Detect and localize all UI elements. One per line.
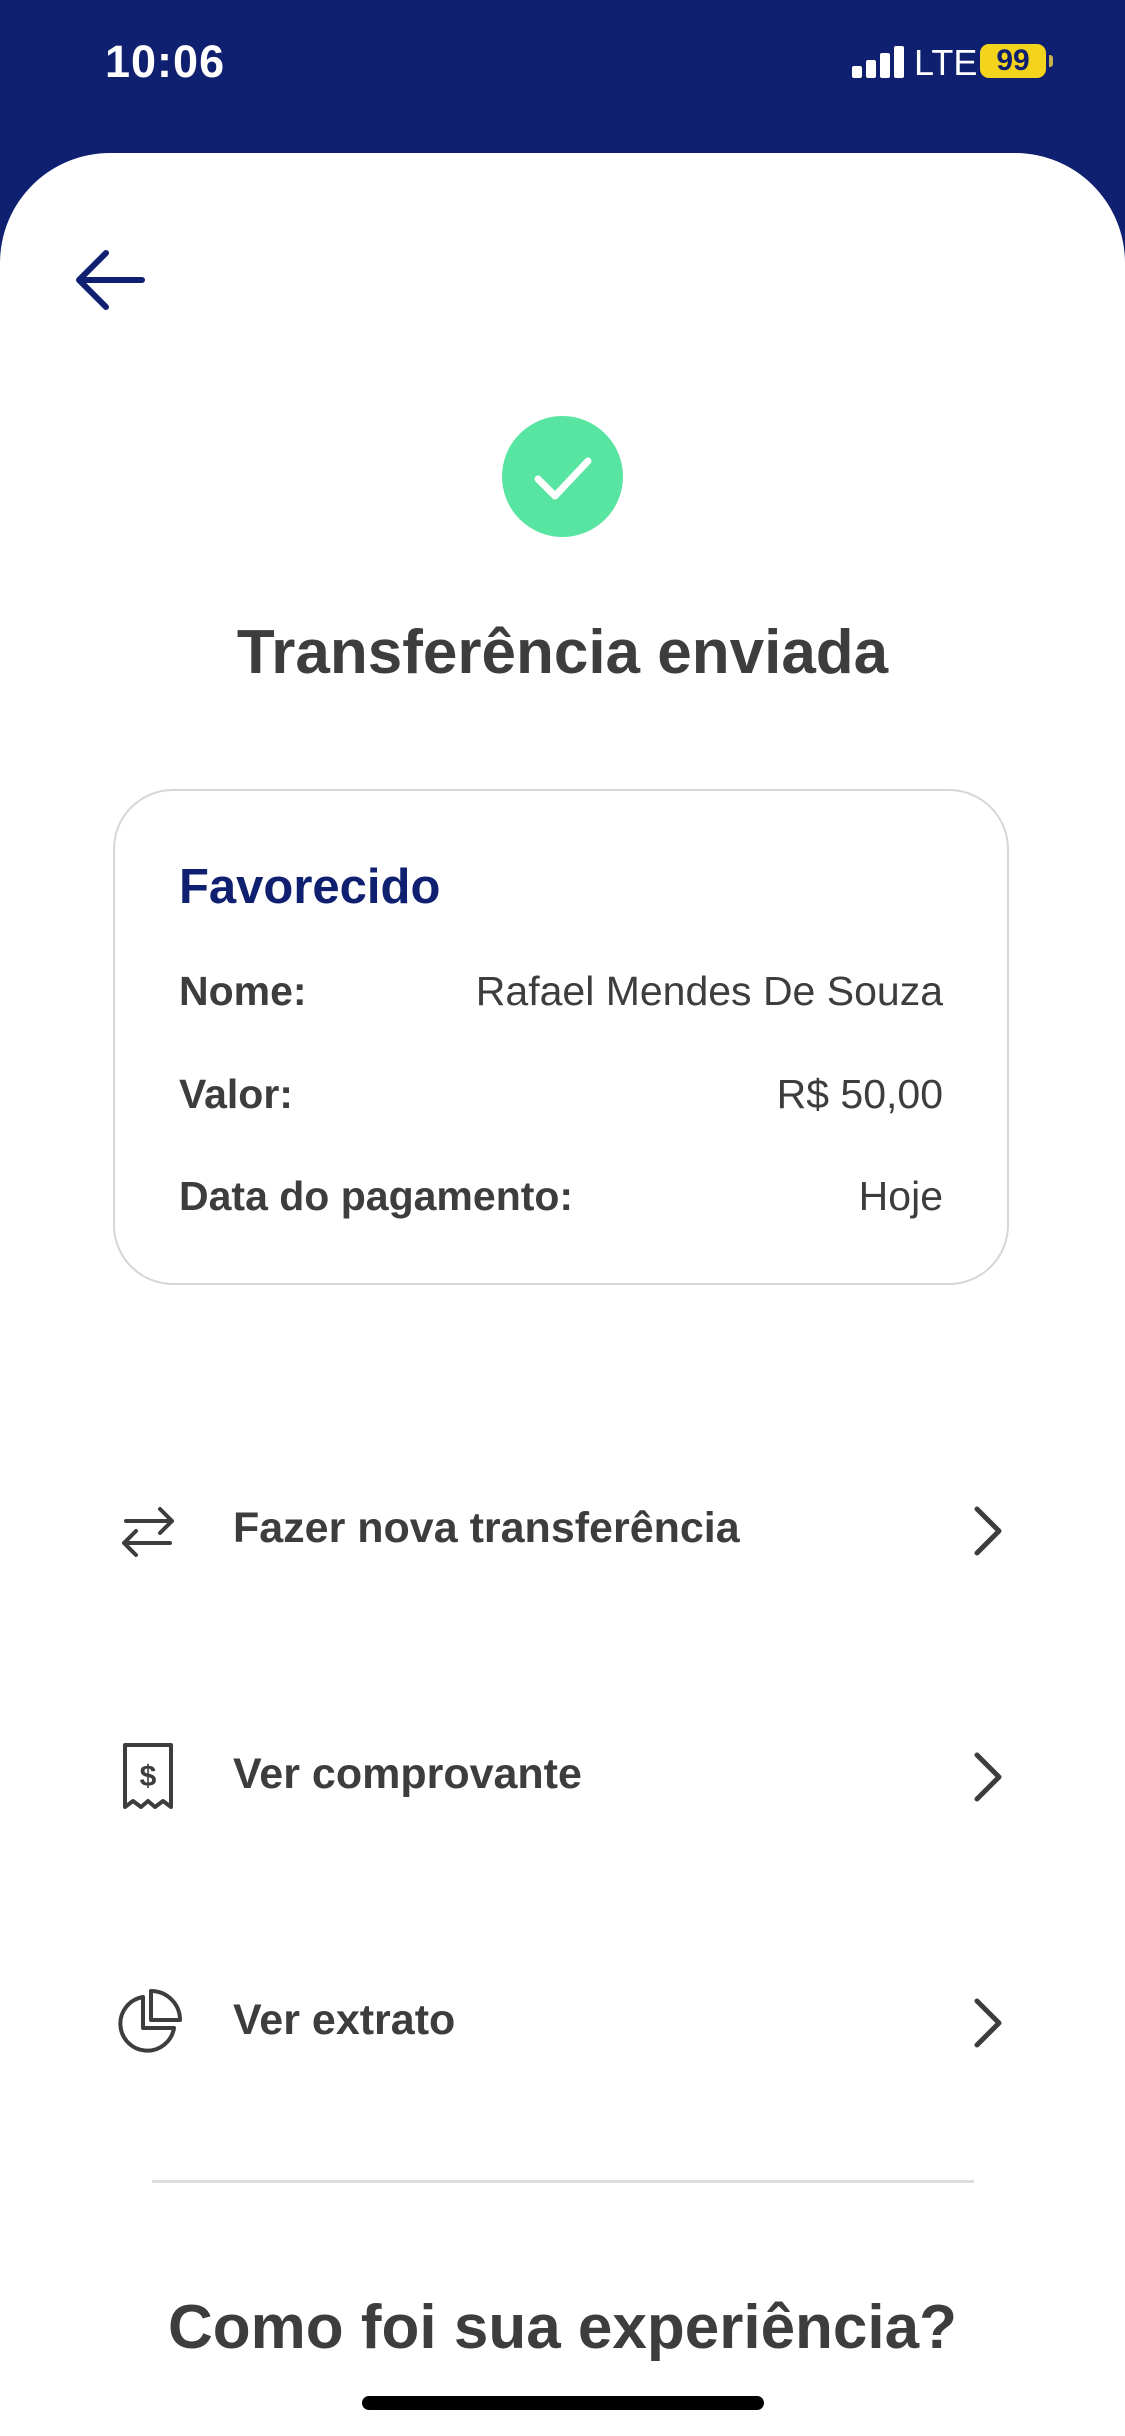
view-receipt-action[interactable]: $ Ver comprovante xyxy=(0,1694,1125,1854)
new-transfer-action[interactable]: Fazer nova transferência xyxy=(0,1448,1125,1608)
view-statement-label: Ver extrato xyxy=(233,1996,456,2044)
name-value: Rafael Mendes De Souza xyxy=(475,968,943,1014)
status-bar: 10:06 LTE 99 xyxy=(0,0,1125,150)
chevron-right-icon xyxy=(963,1501,1013,1561)
network-type: LTE xyxy=(914,42,978,83)
amount-value: R$ 50,00 xyxy=(776,1071,943,1117)
home-indicator[interactable] xyxy=(362,2396,764,2410)
svg-text:$: $ xyxy=(140,1760,157,1793)
success-check-icon xyxy=(502,416,623,537)
amount-label: Valor: xyxy=(179,1071,293,1117)
signal-strength-icon xyxy=(852,46,906,78)
status-time: 10:06 xyxy=(105,36,226,87)
payment-date-value: Hoje xyxy=(858,1173,943,1219)
pie-chart-icon xyxy=(112,1987,184,2059)
feedback-title: Como foi sua experiência? xyxy=(168,2293,957,2362)
confirmation-title: Transferência enviada xyxy=(236,618,889,687)
battery-tip xyxy=(1049,55,1053,67)
beneficiary-card: Favorecido Nome: Rafael Mendes De Souza … xyxy=(113,789,1009,1285)
screen: 10:06 LTE 99 Transferência enviada Favor… xyxy=(0,0,1125,2436)
view-statement-action[interactable]: Ver extrato xyxy=(0,1940,1125,2100)
receipt-icon: $ xyxy=(112,1741,184,1813)
card-title: Favorecido xyxy=(179,860,441,914)
payment-date-label: Data do pagamento: xyxy=(179,1173,574,1219)
battery-icon: 99 xyxy=(980,44,1046,78)
chevron-right-icon xyxy=(963,1993,1013,2053)
view-receipt-label: Ver comprovante xyxy=(233,1750,582,1798)
transfer-arrows-icon xyxy=(112,1495,184,1567)
arrow-left-icon xyxy=(76,250,145,310)
chevron-right-icon xyxy=(963,1747,1013,1807)
section-divider xyxy=(152,2180,974,2183)
back-button[interactable] xyxy=(72,240,152,320)
new-transfer-label: Fazer nova transferência xyxy=(233,1504,740,1552)
name-label: Nome: xyxy=(179,968,307,1014)
